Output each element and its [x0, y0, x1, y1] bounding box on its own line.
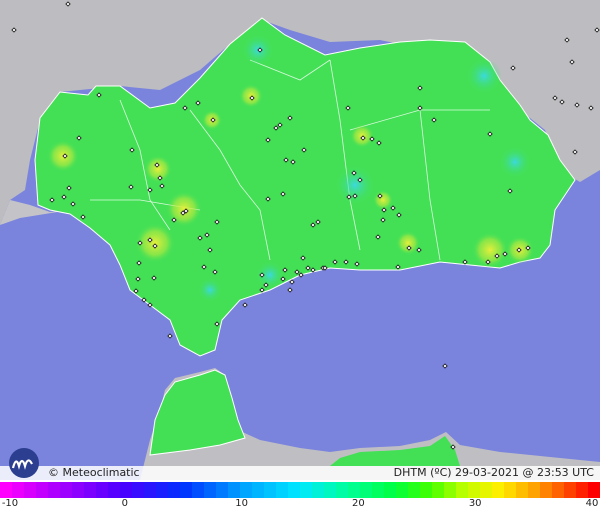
scale-swatch [0, 482, 13, 498]
scale-tick-label: 20 [352, 498, 365, 509]
date-label: 29-03-2021 [455, 466, 519, 479]
scale-swatch [360, 482, 373, 498]
scale-swatch [468, 482, 481, 498]
scale-swatch [336, 482, 349, 498]
scale-swatch [72, 482, 85, 498]
scale-tick-label: 10 [235, 498, 248, 509]
scale-ticks: -10 0 10 20 30 40 [0, 498, 600, 514]
time-label: 23:53 UTC [536, 466, 594, 479]
scale-swatch [516, 482, 529, 498]
scale-swatch [12, 482, 25, 498]
temperature-color-scale [0, 482, 600, 498]
scale-swatch [396, 482, 409, 498]
scale-tick-label: 30 [468, 498, 482, 509]
credit-text: © Meteoclimatic [48, 466, 140, 479]
scale-swatch [108, 482, 121, 498]
scale-swatch [216, 482, 229, 498]
scale-swatch [420, 482, 433, 498]
scale-swatch [348, 482, 361, 498]
variable-label: DHTM (ºC) [393, 466, 452, 479]
scale-swatch [252, 482, 265, 498]
scale-tick-label: 40 [585, 498, 599, 509]
scale-swatch [204, 482, 217, 498]
scale-swatch [120, 482, 133, 498]
scale-swatch [540, 482, 553, 498]
scale-tick-label: 0 [121, 498, 128, 509]
scale-swatch [480, 482, 493, 498]
scale-swatch [564, 482, 577, 498]
scale-swatch [240, 482, 253, 498]
scale-tick-label: -10 [1, 498, 19, 509]
scale-swatch [456, 482, 469, 498]
scale-swatch [552, 482, 565, 498]
scale-swatch [156, 482, 169, 498]
scale-swatch [84, 482, 97, 498]
scale-swatch [168, 482, 181, 498]
at-symbol: @ [522, 466, 534, 479]
scale-swatch [276, 482, 289, 498]
scale-swatch [180, 482, 193, 498]
scale-swatch [132, 482, 145, 498]
scale-swatch [144, 482, 157, 498]
scale-swatch [588, 482, 600, 498]
weather-map [0, 0, 600, 480]
status-line: DHTM (ºC) 29-03-2021 @ 23:53 UTC [394, 466, 594, 480]
scale-swatch [48, 482, 61, 498]
scale-swatch [228, 482, 241, 498]
scale-swatch [492, 482, 505, 498]
scale-swatch [24, 482, 37, 498]
scale-swatch [288, 482, 301, 498]
scale-swatch [576, 482, 589, 498]
scale-swatch [444, 482, 457, 498]
scale-swatch [372, 482, 385, 498]
scale-swatch [432, 482, 445, 498]
scale-swatch [36, 482, 49, 498]
scale-swatch [300, 482, 313, 498]
scale-swatch [192, 482, 205, 498]
scale-swatch [408, 482, 421, 498]
scale-swatch [504, 482, 517, 498]
scale-swatch [312, 482, 325, 498]
scale-swatch [384, 482, 397, 498]
scale-swatch [60, 482, 73, 498]
scale-swatch [96, 482, 109, 498]
scale-swatch [528, 482, 541, 498]
meteoclimatic-logo [9, 448, 39, 478]
scale-swatch [264, 482, 277, 498]
scale-swatch [324, 482, 337, 498]
